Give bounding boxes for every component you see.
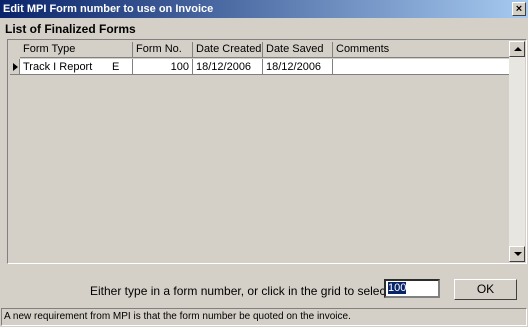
close-icon: × xyxy=(515,3,523,15)
cell-comments[interactable] xyxy=(333,59,511,75)
column-header-form-no[interactable]: Form No. xyxy=(133,42,193,58)
form-number-input[interactable]: 100 xyxy=(384,279,440,298)
grid-body: Form Type Form No. Date Created Date Sav… xyxy=(8,40,511,263)
arrow-up-icon xyxy=(514,47,522,51)
cell-form-type[interactable]: Track I Report E xyxy=(20,59,133,75)
forms-grid[interactable]: Form Type Form No. Date Created Date Sav… xyxy=(7,39,527,264)
column-header-date-saved[interactable]: Date Saved xyxy=(263,42,333,58)
instruction-text: Either type in a form number, or click i… xyxy=(90,284,416,298)
title-bar: Edit MPI Form number to use on Invoice × xyxy=(0,0,528,18)
ok-button[interactable]: OK xyxy=(454,279,517,300)
status-bar: A new requirement from MPI is that the f… xyxy=(1,308,527,326)
column-header-date-created[interactable]: Date Created xyxy=(193,42,263,58)
scroll-down-button[interactable] xyxy=(509,246,525,262)
close-button[interactable]: × xyxy=(512,2,526,16)
row-selector[interactable] xyxy=(10,59,20,75)
vertical-scrollbar[interactable] xyxy=(509,41,525,262)
arrow-down-icon xyxy=(514,252,522,256)
cell-date-created[interactable]: 18/12/2006 xyxy=(193,59,263,75)
column-header-form-type[interactable]: Form Type xyxy=(20,42,133,58)
section-label: List of Finalized Forms xyxy=(5,22,136,36)
column-header-comments[interactable]: Comments xyxy=(333,42,511,58)
form-type-text: Track I Report xyxy=(23,61,93,73)
window-title: Edit MPI Form number to use on Invoice xyxy=(3,3,214,15)
dialog-window: Edit MPI Form number to use on Invoice ×… xyxy=(0,0,528,327)
cell-date-saved[interactable]: 18/12/2006 xyxy=(263,59,333,75)
scroll-up-button[interactable] xyxy=(509,41,525,57)
form-number-value: 100 xyxy=(388,282,407,294)
form-type-code: E xyxy=(112,61,120,73)
table-row[interactable]: Track I Report E 100 18/12/2006 18/12/20… xyxy=(20,59,511,75)
cell-form-no[interactable]: 100 xyxy=(133,59,193,75)
current-row-arrow-icon xyxy=(13,63,18,71)
